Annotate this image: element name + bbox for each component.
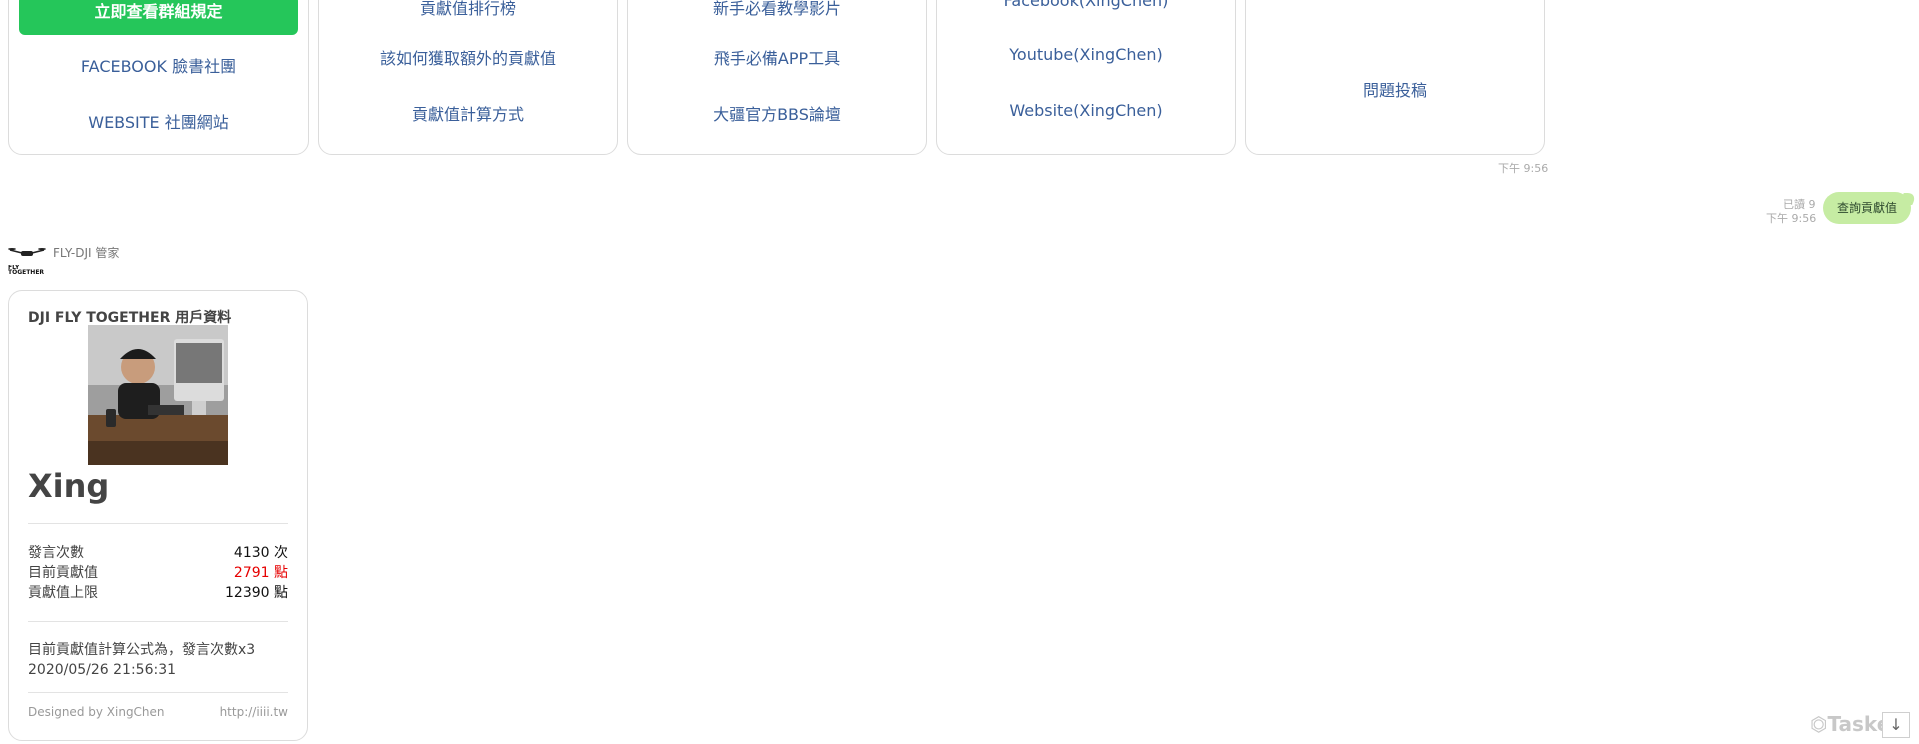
formula-text: 目前貢獻值計算公式為，發言次數x3 2020/05/26 21:56:31 <box>28 640 255 680</box>
stat-row-limit: 貢獻值上限 12390 點 <box>28 582 288 602</box>
card-timestamp: 下午 9:56 <box>1498 162 1549 175</box>
bot-avatar[interactable]: FLY TOGETHER <box>8 246 46 276</box>
website-xingchen-link[interactable]: Website(XingChen) <box>937 101 1235 120</box>
sent-message-bubble: 查詢貢獻值 <box>1823 192 1911 224</box>
points-calc-link[interactable]: 貢獻值計算方式 <box>319 101 617 125</box>
stat-label: 發言次數 <box>28 545 84 561</box>
youtube-xingchen-link[interactable]: Youtube(XingChen) <box>937 45 1235 64</box>
user-photo-icon <box>88 325 228 465</box>
rich-menu-card-1: 立即查看群組規定 FACEBOOK 臉書社團 WEBSITE 社團網站 <box>8 0 309 155</box>
stat-label: 目前貢獻值 <box>28 565 98 581</box>
ranking-link[interactable]: 貢獻值排行榜 <box>319 0 617 19</box>
arrow-down-icon: ↓ <box>1889 715 1903 734</box>
dji-bbs-link[interactable]: 大疆官方BBS論壇 <box>628 101 926 125</box>
app-tools-link[interactable]: 飛手必備APP工具 <box>628 45 926 69</box>
rich-menu-card-2: 貢獻值排行榜 該如何獲取額外的貢獻值 貢獻值計算方式 <box>318 0 618 155</box>
stat-row-posts: 發言次數 4130 次 <box>28 542 288 562</box>
stat-row-points: 目前貢獻值 2791 點 <box>28 562 288 582</box>
rich-menu-card-4: Facebook(XingChen) Youtube(XingChen) Web… <box>936 0 1236 155</box>
divider <box>28 523 288 524</box>
question-submit-link[interactable]: 問題投稿 <box>1246 77 1544 101</box>
stat-label: 貢獻值上限 <box>28 585 98 601</box>
bot-name: FLY-DJI 管家 <box>53 246 120 260</box>
profile-title: DJI FLY TOGETHER 用戶資料 <box>28 310 232 326</box>
profile-photo <box>88 325 228 465</box>
facebook-group-link[interactable]: FACEBOOK 臉書社團 <box>9 53 308 77</box>
website-url[interactable]: http://iiii.tw <box>220 705 288 719</box>
divider <box>28 621 288 622</box>
avatar-text: FLY TOGETHER <box>8 265 45 275</box>
profile-username: Xing <box>28 467 110 505</box>
scroll-down-button[interactable]: ↓ <box>1882 712 1910 738</box>
stat-value: 4130 次 <box>233 545 288 561</box>
website-link[interactable]: WEBSITE 社團網站 <box>9 109 308 133</box>
designed-by-text: Designed by XingChen <box>28 705 165 719</box>
divider <box>28 692 288 693</box>
rich-menu-card-5: 問題投稿 <box>1245 0 1545 155</box>
datetime-line: 2020/05/26 21:56:31 <box>28 662 177 678</box>
tasker-logo-icon: ⏣ <box>1810 712 1828 736</box>
user-profile-card: DJI FLY TOGETHER 用戶資料 Xing 發言次數 4130 次 目… <box>8 290 308 741</box>
extra-points-link[interactable]: 該如何獲取額外的貢獻值 <box>319 45 617 69</box>
rich-menu-card-3: 新手必看教學影片 飛手必備APP工具 大疆官方BBS論壇 <box>627 0 927 155</box>
sent-time: 下午 9:56 <box>1766 212 1817 225</box>
stat-value: 2791 點 <box>233 565 288 581</box>
tutorial-video-link[interactable]: 新手必看教學影片 <box>628 0 926 19</box>
facebook-xingchen-link[interactable]: Facebook(XingChen) <box>937 0 1235 10</box>
formula-line: 目前貢獻值計算公式為，發言次數x3 <box>28 642 256 658</box>
group-rules-button[interactable]: 立即查看群組規定 <box>19 0 298 35</box>
stat-value: 12390 點 <box>225 585 288 601</box>
